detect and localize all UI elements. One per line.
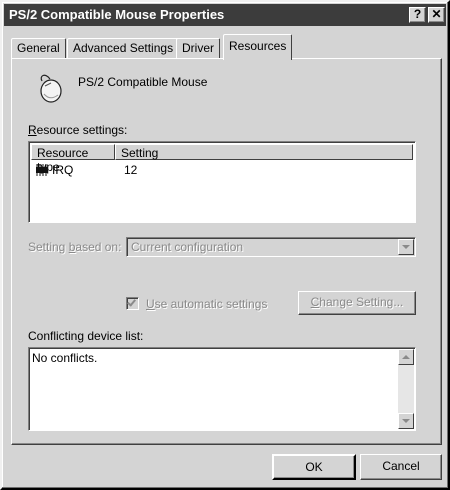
resource-settings-label: Resource settings: — [28, 123, 128, 137]
vertical-scrollbar[interactable] — [398, 349, 414, 429]
column-header-resource-type[interactable]: Resource type — [31, 144, 115, 174]
properties-window: PS/2 Compatible Mouse Properties ? ✕ Gen… — [0, 0, 450, 490]
use-automatic-settings-checkbox[interactable] — [126, 297, 139, 310]
use-automatic-settings-label[interactable]: Use automatic settings — [146, 297, 267, 311]
scroll-down-button[interactable] — [398, 413, 414, 429]
conflicting-device-list-label: Conflicting device list: — [28, 329, 144, 343]
scroll-up-button[interactable] — [398, 349, 414, 365]
chevron-down-icon — [402, 245, 410, 249]
chip-icon — [36, 164, 48, 176]
resource-settings-list[interactable]: Resource type Setting IRQ 12 — [28, 141, 416, 223]
close-button[interactable]: ✕ — [428, 7, 445, 23]
tab-resources[interactable]: Resources — [223, 34, 293, 60]
help-button[interactable]: ? — [409, 7, 426, 23]
setting-based-on-label: Setting based on: — [28, 240, 122, 254]
tab-driver[interactable]: Driver — [176, 38, 220, 59]
ok-button[interactable]: OK — [272, 454, 356, 480]
tab-general[interactable]: General — [11, 38, 66, 59]
cancel-button[interactable]: Cancel — [360, 454, 442, 480]
arrow-up-icon — [402, 355, 410, 359]
arrow-down-icon — [402, 419, 410, 423]
conflicting-device-list[interactable]: No conflicts. — [28, 347, 416, 431]
mouse-icon — [40, 74, 62, 103]
window-title: PS/2 Compatible Mouse Properties — [9, 7, 225, 22]
tab-advanced-settings[interactable]: Advanced Settings — [67, 38, 180, 59]
change-setting-button[interactable]: Change Setting... — [298, 291, 416, 315]
conflicts-text: No conflicts. — [32, 351, 98, 365]
setting-cell[interactable]: 12 — [124, 163, 137, 177]
resources-panel: PS/2 Compatible Mouse Resource settings:… — [11, 58, 442, 445]
device-name: PS/2 Compatible Mouse — [78, 75, 208, 89]
dropdown-button[interactable] — [398, 239, 414, 255]
resource-type-cell[interactable]: IRQ — [52, 163, 73, 177]
title-bar[interactable]: PS/2 Compatible Mouse Properties ? ✕ — [4, 4, 446, 26]
checkmark-icon — [127, 297, 136, 307]
setting-based-on-value: Current configuration — [131, 240, 244, 254]
setting-based-on-select[interactable]: Current configuration — [126, 237, 416, 257]
column-header-setting[interactable]: Setting — [115, 144, 413, 160]
